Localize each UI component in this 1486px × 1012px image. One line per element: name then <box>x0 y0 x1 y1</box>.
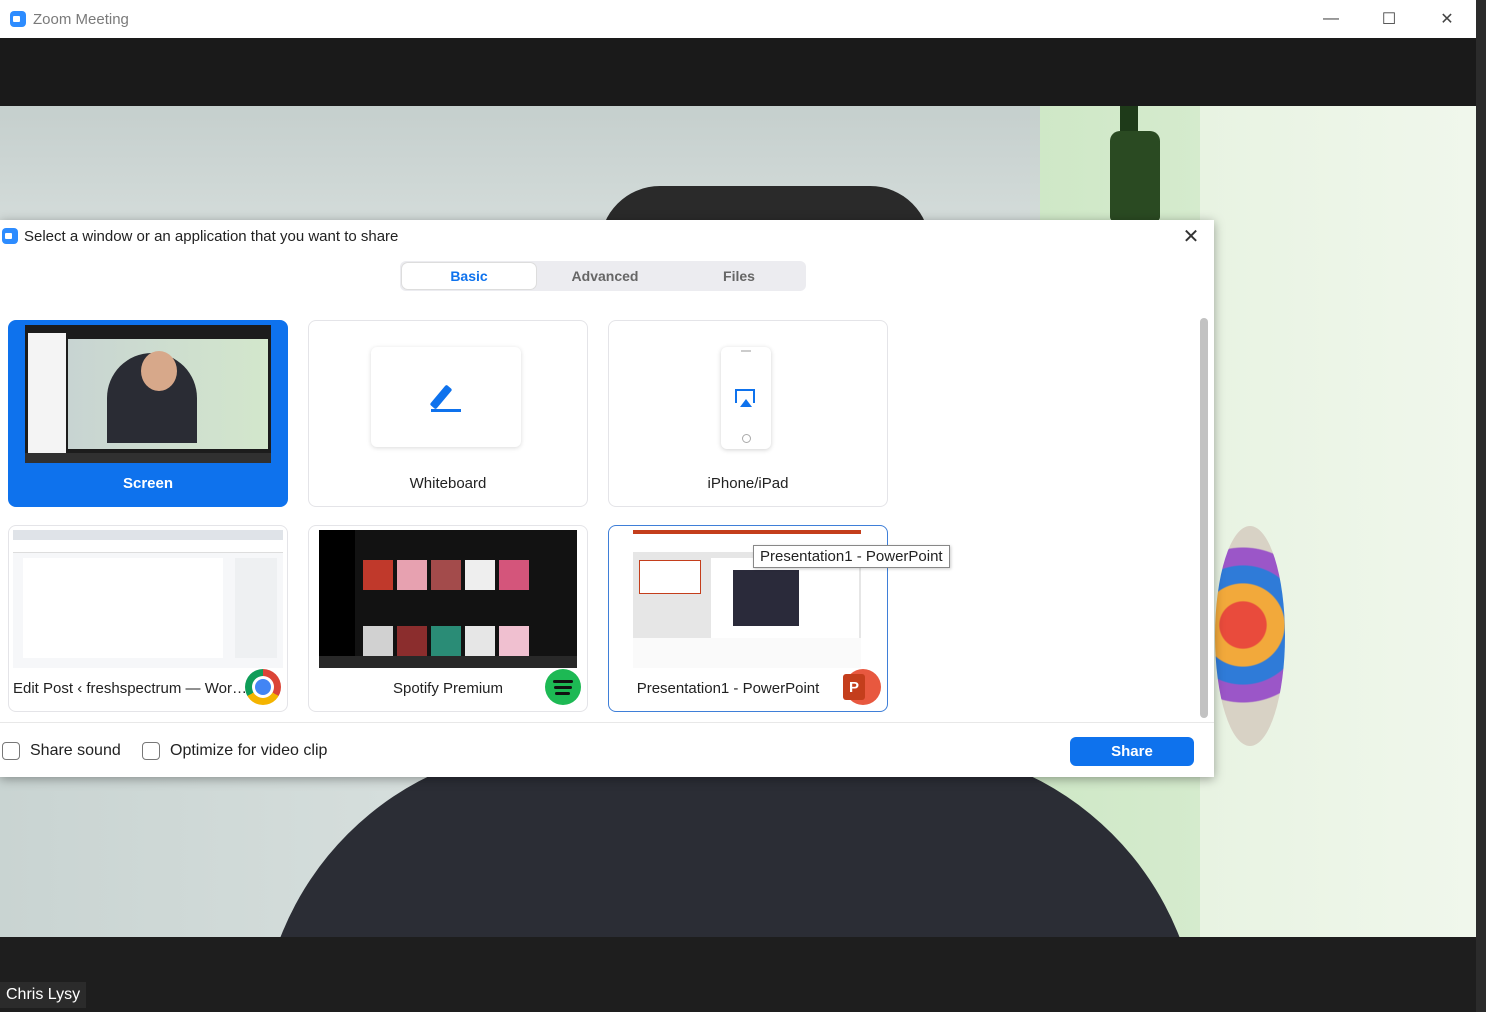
share-tile-label: iPhone/iPad <box>707 475 789 492</box>
chrome-icon <box>245 669 281 705</box>
maximize-button[interactable]: ☐ <box>1360 0 1418 38</box>
phone-illustration <box>721 347 771 449</box>
spotify-window-thumbnail <box>319 530 577 668</box>
share-tile-label: Screen <box>122 475 174 492</box>
share-tile-label: Presentation1 - PowerPoint <box>636 680 820 697</box>
tab-advanced[interactable]: Advanced <box>538 261 672 291</box>
footer-divider <box>0 722 1214 723</box>
chrome-window-thumbnail <box>13 530 283 668</box>
window-title: Zoom Meeting <box>33 10 129 28</box>
close-icon[interactable]: ✕ <box>1180 225 1202 248</box>
share-button[interactable]: Share <box>1070 737 1194 766</box>
optimize-video-checkbox[interactable] <box>142 742 160 760</box>
thumbnail-taskbar <box>25 453 271 463</box>
zoom-app-icon <box>10 11 26 27</box>
share-tiles-scrollbar[interactable] <box>1200 318 1208 718</box>
share-sound-label: Share sound <box>30 742 121 759</box>
whiteboard-card <box>371 347 521 447</box>
share-dialog-header: Select a window or an application that y… <box>0 220 1214 252</box>
window-title-tooltip: Presentation1 - PowerPoint <box>753 545 950 568</box>
share-dialog-title: Select a window or an application that y… <box>24 227 399 245</box>
screen-thumbnail <box>25 325 271 463</box>
window-titlebar: Zoom Meeting — ☐ ✕ <box>0 0 1476 38</box>
video-background-shelf <box>1200 106 1476 937</box>
share-tile-chrome-window[interactable]: Edit Post ‹ freshspectrum — Word... <box>8 525 288 712</box>
share-tile-screen[interactable]: Screen <box>8 320 288 507</box>
spotify-icon <box>545 669 581 705</box>
meeting-bottom-area <box>0 937 1476 1012</box>
video-bottle <box>1110 131 1160 221</box>
tab-basic[interactable]: Basic <box>402 263 536 289</box>
share-sound-checkbox[interactable] <box>2 742 20 760</box>
share-tabs: Basic Advanced Files <box>400 261 806 291</box>
share-tile-spotify-window[interactable]: Spotify Premium <box>308 525 588 712</box>
share-dialog: Select a window or an application that y… <box>0 220 1214 777</box>
close-window-button[interactable]: ✕ <box>1418 0 1476 38</box>
share-sound-option[interactable]: Share sound <box>2 742 121 760</box>
zoom-app-icon <box>2 228 18 244</box>
participant-name-tag: Chris Lysy <box>0 982 87 1008</box>
window-border <box>1476 0 1486 1012</box>
optimize-video-option[interactable]: Optimize for video clip <box>142 742 327 760</box>
optimize-video-label: Optimize for video clip <box>170 742 328 759</box>
pencil-icon <box>429 382 461 412</box>
thumbnail-side-panel <box>28 333 66 457</box>
tab-files[interactable]: Files <box>672 261 806 291</box>
share-tile-iphone-ipad[interactable]: iPhone/iPad <box>608 320 888 507</box>
thumbnail-face <box>141 351 177 391</box>
video-palette-decoration <box>1215 526 1285 746</box>
share-tile-whiteboard[interactable]: Whiteboard <box>308 320 588 507</box>
window-controls: — ☐ ✕ <box>1302 0 1476 38</box>
minimize-button[interactable]: — <box>1302 0 1360 38</box>
powerpoint-icon: P <box>843 669 881 705</box>
share-tile-label: Edit Post ‹ freshspectrum — Word... <box>13 680 247 697</box>
share-tile-label: Whiteboard <box>409 475 487 492</box>
